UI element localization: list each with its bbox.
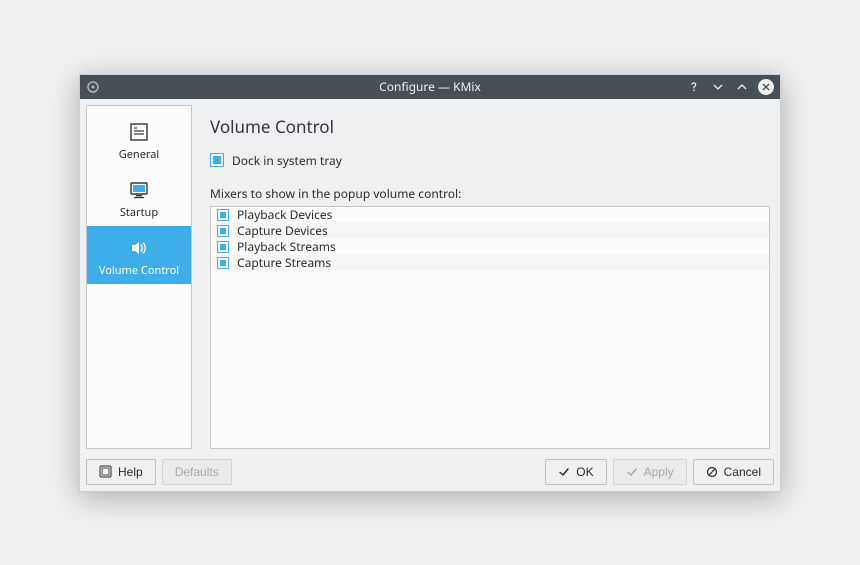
mixer-checkbox[interactable]	[217, 209, 229, 221]
sidebar-item-volume-control[interactable]: Volume Control	[87, 226, 191, 284]
mixer-label: Playback Streams	[237, 238, 336, 255]
sidebar-item-label: Startup	[120, 205, 158, 220]
mixer-checkbox[interactable]	[217, 241, 229, 253]
ok-button-label: OK	[576, 465, 593, 479]
mixer-label: Playback Devices	[237, 206, 332, 223]
dock-checkbox-label: Dock in system tray	[232, 152, 342, 169]
help-icon[interactable]	[686, 79, 702, 95]
titlebar: Configure — KMix	[80, 75, 780, 99]
sidebar-item-label: General	[119, 147, 160, 162]
dock-checkbox[interactable]	[210, 153, 224, 167]
apply-button-label: Apply	[644, 465, 674, 479]
mixers-label: Mixers to show in the popup volume contr…	[210, 185, 770, 202]
window-controls	[686, 79, 774, 95]
startup-icon	[127, 178, 151, 202]
check-icon	[626, 466, 638, 478]
maximize-icon[interactable]	[734, 79, 750, 95]
dialog-body: General Startup Volume Control Volume Co…	[80, 99, 780, 453]
window-title: Configure — KMix	[80, 78, 780, 95]
ok-button[interactable]: OK	[545, 459, 606, 485]
config-window: Configure — KMix General	[79, 74, 781, 492]
help-button[interactable]: Help	[86, 459, 156, 485]
minimize-icon[interactable]	[710, 79, 726, 95]
main-panel: Volume Control Dock in system tray Mixer…	[192, 105, 774, 449]
check-icon	[558, 466, 570, 478]
volume-icon	[127, 236, 151, 260]
general-icon	[127, 120, 151, 144]
cancel-icon	[706, 466, 718, 478]
sidebar-item-general[interactable]: General	[87, 110, 191, 168]
mixer-label: Capture Devices	[237, 222, 328, 239]
dock-checkbox-row[interactable]: Dock in system tray	[210, 152, 770, 169]
mixers-listbox[interactable]: Playback Devices Capture Devices Playbac…	[210, 206, 770, 449]
mixer-label: Capture Streams	[237, 254, 331, 271]
apply-button[interactable]: Apply	[613, 459, 687, 485]
sidebar-item-label: Volume Control	[99, 263, 179, 278]
cancel-button[interactable]: Cancel	[693, 459, 774, 485]
help-badge-icon	[99, 465, 112, 478]
page-title: Volume Control	[210, 115, 770, 138]
button-bar: Help Defaults OK Apply Cancel	[80, 453, 780, 491]
sidebar: General Startup Volume Control	[86, 105, 192, 449]
sidebar-item-startup[interactable]: Startup	[87, 168, 191, 226]
list-item[interactable]: Capture Streams	[211, 255, 769, 271]
close-icon[interactable]	[758, 79, 774, 95]
defaults-button-label: Defaults	[175, 465, 219, 479]
cancel-button-label: Cancel	[724, 465, 761, 479]
mixer-checkbox[interactable]	[217, 257, 229, 269]
defaults-button[interactable]: Defaults	[162, 459, 232, 485]
app-icon	[86, 80, 100, 94]
mixer-checkbox[interactable]	[217, 225, 229, 237]
list-item[interactable]: Playback Devices	[211, 207, 769, 223]
list-item[interactable]: Capture Devices	[211, 223, 769, 239]
list-item[interactable]: Playback Streams	[211, 239, 769, 255]
help-button-label: Help	[118, 465, 143, 479]
